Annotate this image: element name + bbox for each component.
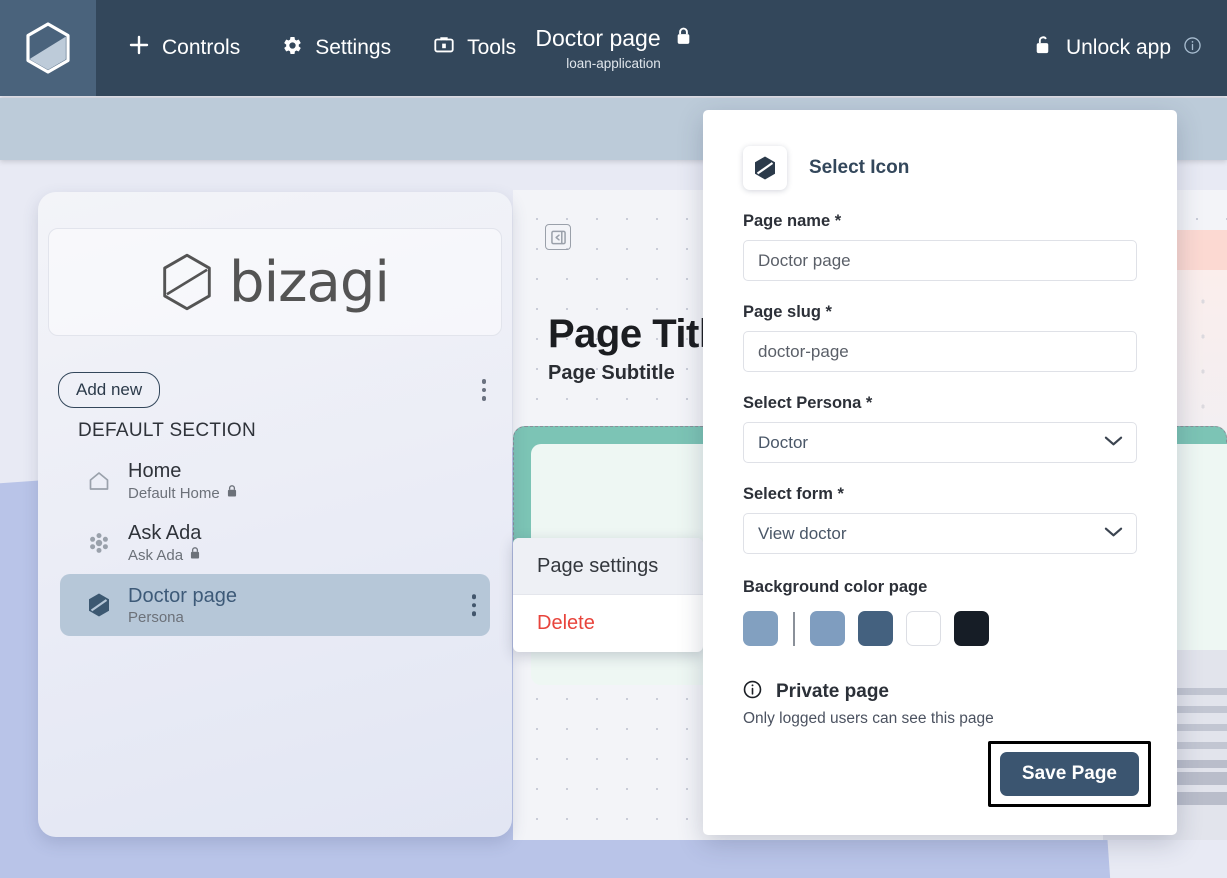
- hexagon-icon: [86, 592, 112, 618]
- info-icon[interactable]: [1184, 36, 1201, 60]
- swatch-current[interactable]: [743, 611, 778, 646]
- sidebar-item-ask-ada[interactable]: Ask Ada Ask Ada: [60, 512, 490, 574]
- hexagon-icon: [755, 156, 775, 180]
- plus-icon: [128, 34, 150, 62]
- add-new-button[interactable]: Add new: [58, 372, 161, 408]
- private-page-row: Private page: [703, 680, 1177, 704]
- sidebar-item-ask-ada-subtitle: Ask Ada: [128, 546, 201, 564]
- unlock-app-button[interactable]: Unlock app: [1034, 0, 1201, 96]
- context-menu-item-delete[interactable]: Delete: [513, 595, 703, 652]
- select-icon-row: Select Icon: [703, 110, 1177, 190]
- page-name-input[interactable]: [743, 240, 1137, 281]
- lock-icon: [226, 484, 238, 502]
- nav-item-controls[interactable]: Controls: [128, 34, 240, 62]
- persona-select[interactable]: Doctor: [743, 422, 1137, 463]
- kebab-menu-icon[interactable]: [476, 375, 493, 405]
- app-root: Page Title Page Subtitle Controls Settin…: [0, 0, 1227, 878]
- form-select[interactable]: View doctor: [743, 513, 1137, 554]
- unlock-icon: [1034, 34, 1053, 62]
- swatch-option-4[interactable]: [954, 611, 989, 646]
- unlock-app-label: Unlock app: [1065, 36, 1171, 59]
- app-logo[interactable]: [0, 0, 96, 96]
- home-icon: [86, 469, 112, 493]
- nav-label-controls: Controls: [162, 36, 241, 59]
- save-page-highlight: Save Page: [987, 741, 1151, 807]
- header-app-slug: loan-application: [566, 56, 661, 71]
- field-select-persona: Select Persona * Doctor: [703, 394, 1177, 463]
- field-page-name-label: Page name *: [743, 212, 842, 230]
- field-select-persona-label: Select Persona *: [743, 394, 873, 412]
- header-page-title: Doctor page: [535, 25, 661, 51]
- swatch-option-2[interactable]: [858, 611, 893, 646]
- field-select-form-label: Select form *: [743, 485, 844, 503]
- swatch-divider: [793, 611, 795, 646]
- sidebar-item-home[interactable]: Home Default Home: [60, 450, 490, 512]
- field-select-form: Select form * View doctor: [703, 485, 1177, 554]
- swatch-option-3[interactable]: [906, 611, 941, 646]
- pages-sidebar-panel: bizagi Add new DEFAULT SECTION Home Defa…: [38, 192, 512, 837]
- field-background-color: Background color page: [703, 578, 1177, 597]
- sidebar-brand-card: bizagi: [48, 228, 502, 336]
- private-page-description: Only logged users can see this page: [743, 710, 994, 727]
- select-icon-button[interactable]: [743, 146, 787, 190]
- preview-page-subtitle: Page Subtitle: [548, 362, 675, 384]
- page-slug-input[interactable]: [743, 331, 1137, 372]
- lock-icon: [189, 546, 201, 564]
- private-page-title: Private page: [776, 681, 889, 702]
- field-background-color-label: Background color page: [743, 578, 928, 596]
- sidebar-item-doctor-page-label: Doctor page: [128, 584, 237, 607]
- header-nav: Controls Settings Tools: [128, 34, 516, 62]
- sidebar-item-doctor-page[interactable]: Doctor page Persona: [60, 574, 490, 636]
- page-context-menu: Page settings Delete: [513, 538, 703, 652]
- nav-item-settings[interactable]: Settings: [282, 35, 391, 62]
- sidebar-item-doctor-page-menu-icon[interactable]: [471, 594, 476, 616]
- page-settings-modal: Select Icon Page name * Page slug * Sele…: [703, 110, 1177, 835]
- select-icon-label: Select Icon: [809, 157, 910, 178]
- sidebar-item-home-label: Home: [128, 460, 182, 482]
- bizagi-hexagon-icon: [26, 22, 70, 74]
- field-page-name: Page name *: [703, 212, 1177, 281]
- save-page-button[interactable]: Save Page: [999, 752, 1139, 796]
- nav-item-tools[interactable]: Tools: [433, 34, 516, 62]
- sidebar-brand-label: bizagi: [229, 249, 390, 315]
- lock-icon[interactable]: [675, 26, 692, 51]
- sidebar-item-home-subtitle-text: Default Home: [128, 484, 220, 502]
- sidebar-item-doctor-page-subtitle: Persona: [128, 608, 184, 626]
- field-page-slug: Page slug *: [703, 303, 1177, 372]
- field-page-slug-label: Page slug *: [743, 303, 832, 321]
- nav-label-settings: Settings: [315, 36, 392, 59]
- collapse-panel-icon[interactable]: [545, 224, 571, 250]
- background-color-swatches: [703, 611, 1177, 646]
- swatch-option-1[interactable]: [810, 611, 845, 646]
- bizagi-hexagon-icon: [163, 253, 211, 311]
- top-header: Controls Settings Tools Doctor page loan…: [0, 0, 1227, 96]
- sidebar-section-title: DEFAULT SECTION: [78, 420, 256, 441]
- sidebar-item-home-subtitle: Default Home: [128, 484, 238, 502]
- info-circle-icon: [743, 680, 762, 704]
- sidebar-item-ask-ada-label: Ask Ada: [128, 522, 202, 544]
- gear-icon: [282, 35, 303, 62]
- sidebar-page-list: Home Default Home Ask Ada Ask Ada Doctor…: [60, 450, 490, 636]
- sidebar-item-ask-ada-subtitle-text: Ask Ada: [128, 546, 184, 564]
- asterisk-icon: [86, 531, 112, 555]
- nav-label-tools: Tools: [467, 36, 517, 59]
- sidebar-actions-row: Add new: [58, 372, 492, 408]
- context-menu-item-page-settings[interactable]: Page settings: [513, 538, 703, 595]
- toolbox-icon: [433, 34, 455, 62]
